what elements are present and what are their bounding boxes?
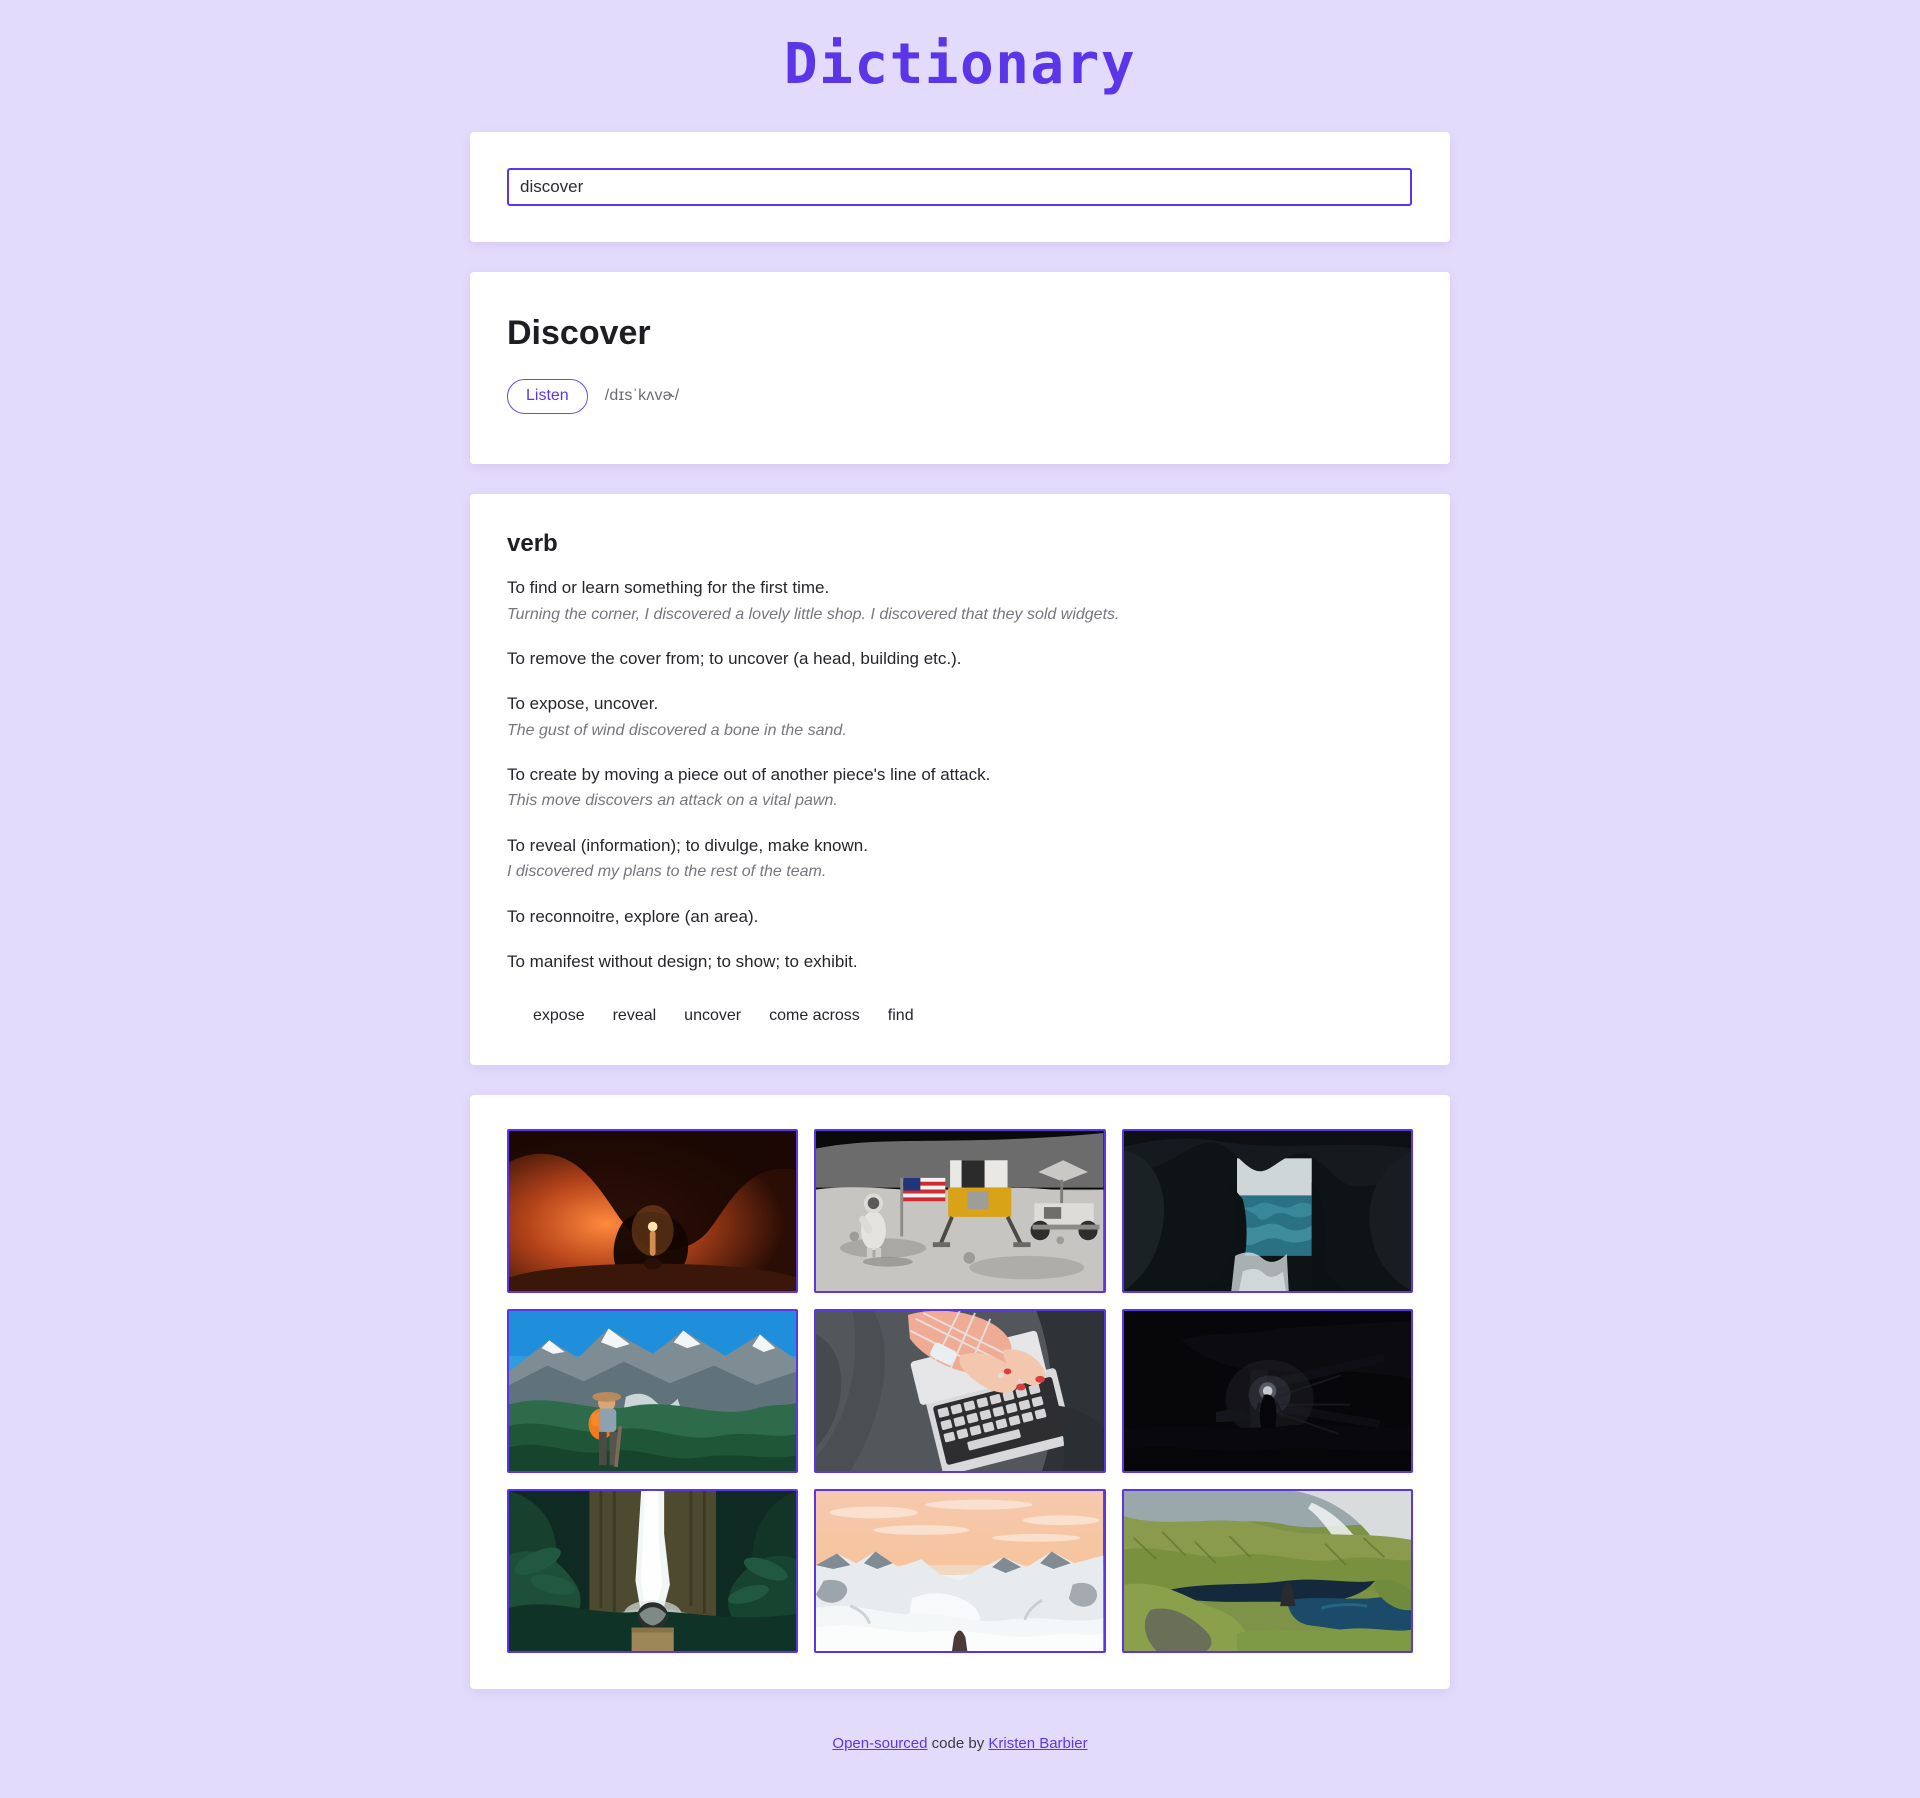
- definition-item: To remove the cover from; to uncover (a …: [507, 647, 1413, 671]
- moon-landing-image: [816, 1131, 1104, 1292]
- synonym-item[interactable]: come across: [769, 1007, 860, 1025]
- synonym-item[interactable]: expose: [533, 1007, 585, 1025]
- headword: Discover: [507, 313, 651, 352]
- definition-text: To remove the cover from; to uncover (a …: [507, 649, 962, 669]
- sea-cave-image: [1123, 1131, 1411, 1292]
- snowy-sunrise-valley-image: [816, 1491, 1104, 1652]
- pronunciation-row: Listen /dɪsˈkʌvɚ/: [507, 378, 1413, 414]
- definition-item: To create by moving a piece out of anoth…: [507, 763, 1413, 813]
- image-tile[interactable]: [507, 1309, 799, 1474]
- image-grid: [507, 1129, 1413, 1654]
- footer: Open-sourced code by Kristen Barbier: [0, 1719, 1920, 1772]
- definition-text: To find or learn something for the first…: [507, 578, 830, 598]
- synonyms-list: expose reveal uncover come across find: [507, 1007, 1413, 1025]
- definitions-card: verb To find or learn something for the …: [470, 493, 1450, 1066]
- image-tile[interactable]: [1121, 1309, 1413, 1474]
- definition-item: To reconnoitre, explore (an area).: [507, 905, 1413, 929]
- listen-button[interactable]: Listen: [507, 378, 588, 414]
- images-card: [470, 1095, 1450, 1690]
- author-link[interactable]: Kristen Barbier: [988, 1735, 1087, 1752]
- open-sourced-link[interactable]: Open-sourced: [832, 1735, 927, 1752]
- word-card: Discover Listen /dɪsˈkʌvɚ/: [470, 271, 1450, 464]
- image-tile[interactable]: [507, 1489, 799, 1654]
- image-tile[interactable]: [814, 1309, 1106, 1474]
- definition-example: The gust of wind discovered a bone in th…: [507, 721, 847, 739]
- page-title: Dictionary: [783, 32, 1137, 97]
- synonym-item[interactable]: uncover: [684, 1007, 741, 1025]
- page-root: Dictionary Discover Listen /dɪsˈkʌvɚ/ ve…: [0, 0, 1920, 1798]
- image-tile[interactable]: [1121, 1489, 1413, 1654]
- jungle-waterfall-image: [509, 1491, 797, 1652]
- definition-item: To expose, uncover. The gust of wind dis…: [507, 692, 1413, 742]
- green-valley-lake-image: [1123, 1491, 1411, 1652]
- dark-lantern-image: [1123, 1311, 1411, 1472]
- definition-item: To find or learn something for the first…: [507, 576, 1413, 626]
- synonym-item[interactable]: find: [888, 1007, 914, 1025]
- definition-text: To reconnoitre, explore (an area).: [507, 906, 759, 926]
- definition-item: To manifest without design; to show; to …: [507, 950, 1413, 974]
- definition-text: To reveal (information); to divulge, mak…: [507, 836, 868, 856]
- search-card: [470, 131, 1450, 242]
- image-tile[interactable]: [1121, 1129, 1413, 1294]
- hiker-mountains-image: [509, 1311, 797, 1472]
- definition-example: I discovered my plans to the rest of the…: [507, 863, 827, 881]
- definition-text: To expose, uncover.: [507, 694, 659, 714]
- definition-example: This move discovers an attack on a vital…: [507, 792, 838, 810]
- definition-text: To create by moving a piece out of anoth…: [507, 765, 991, 785]
- image-tile[interactable]: [814, 1489, 1106, 1654]
- definition-text: To manifest without design; to show; to …: [507, 952, 858, 972]
- synonym-item[interactable]: reveal: [613, 1007, 657, 1025]
- search-input[interactable]: [507, 167, 1412, 206]
- definition-item: To reveal (information); to divulge, mak…: [507, 834, 1413, 884]
- phonetic-transcription: /dɪsˈkʌvɚ/: [604, 387, 680, 405]
- definition-example: Turning the corner, I discovered a lovel…: [507, 605, 1120, 623]
- footer-middle-text: code by: [927, 1735, 989, 1753]
- laptop-typing-image: [816, 1311, 1104, 1472]
- cave-torch-image: [509, 1131, 797, 1292]
- part-of-speech: verb: [507, 529, 558, 557]
- image-tile[interactable]: [814, 1129, 1106, 1294]
- image-tile[interactable]: [507, 1129, 799, 1294]
